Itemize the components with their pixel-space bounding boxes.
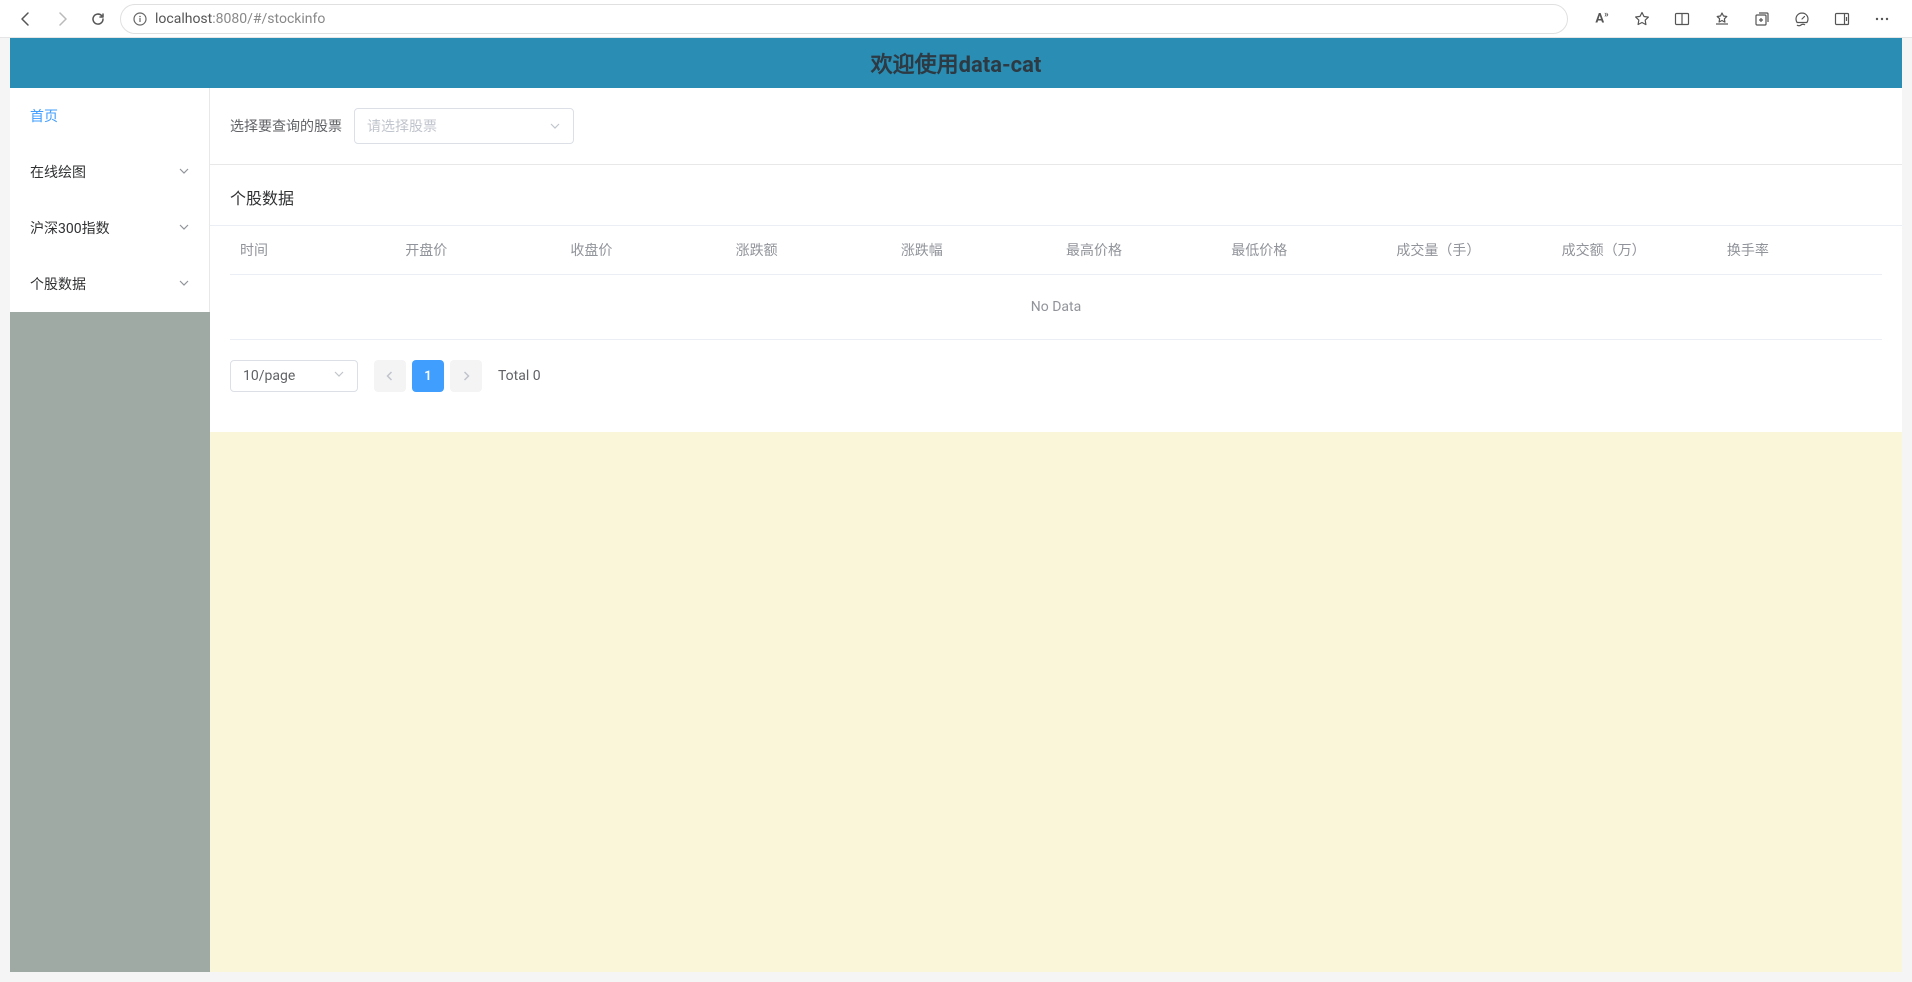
data-table: 时间 开盘价 收盘价 涨跌额 涨跌幅 最高价格 最低价格 成交量（手） 成交额（… xyxy=(210,226,1902,340)
pager-prev[interactable] xyxy=(374,360,406,392)
th-turnover: 换手率 xyxy=(1717,240,1882,260)
pager-next[interactable] xyxy=(450,360,482,392)
page-size-label: 10/page xyxy=(243,368,295,384)
app-body: 首页 在线绘图 沪深300指数 个股数据 xyxy=(10,88,1902,972)
th-time: 时间 xyxy=(230,240,395,260)
sidebar-item-stockdata[interactable]: 个股数据 xyxy=(10,256,209,312)
more-icon[interactable] xyxy=(1864,5,1900,33)
app-viewport: 欢迎使用data-cat 首页 在线绘图 沪深300指数 xyxy=(10,38,1902,972)
page-size-select[interactable]: 10/page xyxy=(230,360,358,392)
sidebar-item-label: 沪深300指数 xyxy=(30,218,110,238)
pager-page-1[interactable]: 1 xyxy=(412,360,444,392)
favorites-icon[interactable] xyxy=(1704,5,1740,33)
table-empty: No Data xyxy=(230,275,1882,340)
arrow-left-icon xyxy=(18,11,34,27)
app-header: 欢迎使用data-cat xyxy=(10,38,1902,88)
performance-icon[interactable] xyxy=(1784,5,1820,33)
content-background xyxy=(210,432,1902,972)
sidebar-item-label: 个股数据 xyxy=(30,274,86,294)
sidebar-item-drawing[interactable]: 在线绘图 xyxy=(10,144,209,200)
th-high: 最高价格 xyxy=(1056,240,1221,260)
collections-icon[interactable] xyxy=(1744,5,1780,33)
app-title: 欢迎使用data-cat xyxy=(871,47,1042,79)
split-screen-icon[interactable] xyxy=(1664,5,1700,33)
sidebar-item-home[interactable]: 首页 xyxy=(10,88,209,144)
arrow-right-icon xyxy=(54,11,70,27)
chevron-right-icon xyxy=(461,371,471,381)
th-close: 收盘价 xyxy=(560,240,725,260)
star-icon[interactable] xyxy=(1624,5,1660,33)
th-change-pct: 涨跌幅 xyxy=(891,240,1056,260)
filter-panel: 选择要查询的股票 请选择股票 xyxy=(210,88,1902,165)
filter-label: 选择要查询的股票 xyxy=(230,116,342,136)
refresh-icon xyxy=(90,11,106,27)
stock-select[interactable]: 请选择股票 xyxy=(354,108,574,144)
panel-title: 个股数据 xyxy=(210,185,1902,226)
info-icon xyxy=(133,12,147,26)
chevron-down-icon xyxy=(179,165,189,179)
th-low: 最低价格 xyxy=(1221,240,1386,260)
url-text: localhost:8080/#/stockinfo xyxy=(155,11,325,27)
select-placeholder: 请选择股票 xyxy=(367,116,437,136)
sidebar-toggle-icon[interactable] xyxy=(1824,5,1860,33)
th-change: 涨跌额 xyxy=(726,240,891,260)
url-bar[interactable]: localhost:8080/#/stockinfo xyxy=(120,4,1568,34)
pager-total: Total 0 xyxy=(498,368,541,384)
browser-toolbar: localhost:8080/#/stockinfo A» xyxy=(0,0,1912,38)
chevron-down-icon xyxy=(333,368,345,384)
th-volume: 成交量（手） xyxy=(1386,240,1551,260)
chevron-down-icon xyxy=(179,221,189,235)
th-amount: 成交额（万） xyxy=(1552,240,1717,260)
sidebar-item-label: 首页 xyxy=(30,106,58,126)
chevron-down-icon xyxy=(179,277,189,291)
forward-button[interactable] xyxy=(48,5,76,33)
back-button[interactable] xyxy=(12,5,40,33)
sidebar: 首页 在线绘图 沪深300指数 个股数据 xyxy=(10,88,210,972)
read-aloud-icon[interactable]: A» xyxy=(1584,5,1620,33)
sidebar-menu: 首页 在线绘图 沪深300指数 个股数据 xyxy=(10,88,210,312)
main-content: 选择要查询的股票 请选择股票 个股数据 时间 开盘价 收盘价 涨跌额 xyxy=(210,88,1902,972)
pager: 1 xyxy=(374,360,482,392)
pagination: 10/page 1 xyxy=(210,340,1902,412)
table-header-row: 时间 开盘价 收盘价 涨跌额 涨跌幅 最高价格 最低价格 成交量（手） 成交额（… xyxy=(230,226,1882,275)
chevron-down-icon xyxy=(549,117,561,136)
sidebar-item-hs300[interactable]: 沪深300指数 xyxy=(10,200,209,256)
th-open: 开盘价 xyxy=(395,240,560,260)
data-panel: 个股数据 时间 开盘价 收盘价 涨跌额 涨跌幅 最高价格 最低价格 成交量（手）… xyxy=(210,165,1902,432)
sidebar-item-label: 在线绘图 xyxy=(30,162,86,182)
refresh-button[interactable] xyxy=(84,5,112,33)
browser-actions: A» xyxy=(1584,5,1900,33)
chevron-left-icon xyxy=(385,371,395,381)
